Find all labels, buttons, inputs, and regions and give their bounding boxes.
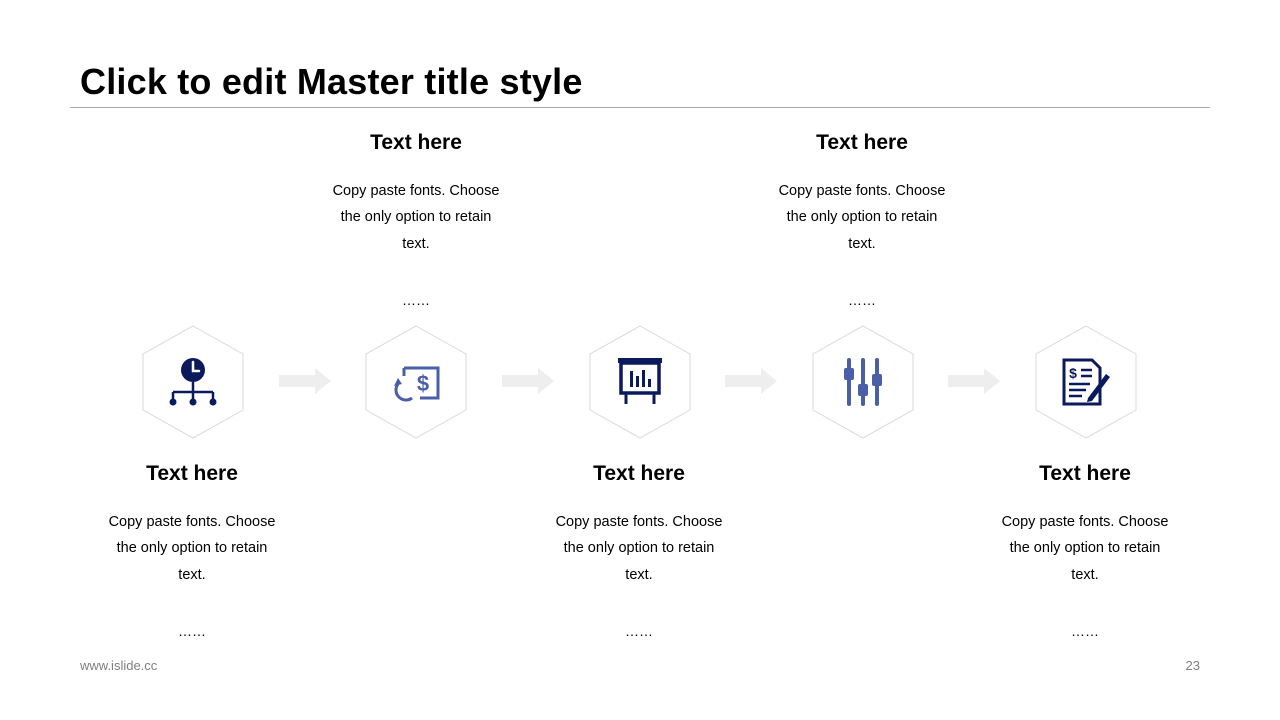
footer-url: www.islide.cc: [80, 658, 158, 673]
arrow-right-icon: [948, 368, 1000, 394]
svg-text:$: $: [417, 371, 429, 396]
step-3-hexagon[interactable]: [589, 325, 691, 439]
step-5-text: Text here Copy paste fonts. Choose the o…: [965, 461, 1205, 640]
step-1-heading[interactable]: Text here: [72, 461, 312, 487]
step-2-body[interactable]: Copy paste fonts. Choose the only option…: [296, 178, 536, 257]
step-4-hexagon[interactable]: [812, 325, 914, 439]
slide-title[interactable]: Click to edit Master title style: [80, 60, 583, 104]
step-2-dots: ……: [402, 291, 430, 308]
step-4-heading[interactable]: Text here: [742, 130, 982, 156]
step-5-hexagon[interactable]: $: [1035, 325, 1137, 439]
step-2-heading[interactable]: Text here: [296, 130, 536, 156]
sliders-icon: [844, 358, 882, 406]
step-1-body[interactable]: Copy paste fonts. Choose the only option…: [72, 509, 312, 588]
clock-network-icon: [169, 358, 217, 406]
step-4-dots: ……: [848, 291, 876, 308]
title-divider: [70, 107, 1210, 108]
step-3-body[interactable]: Copy paste fonts. Choose the only option…: [519, 509, 759, 588]
step-4-body[interactable]: Copy paste fonts. Choose the only option…: [742, 178, 982, 257]
page-number: 23: [1185, 658, 1200, 673]
arrow-right-icon: [279, 368, 331, 394]
step-1-text: Text here Copy paste fonts. Choose the o…: [72, 461, 312, 640]
step-1-hexagon[interactable]: [142, 325, 244, 439]
step-3-heading[interactable]: Text here: [519, 461, 759, 487]
step-1-dots: ……: [178, 622, 206, 639]
arrow-right-icon: [725, 368, 777, 394]
step-4-text: Text here Copy paste fonts. Choose the o…: [742, 130, 982, 309]
invoice-signature-icon: $: [1062, 358, 1110, 406]
step-2-text: Text here Copy paste fonts. Choose the o…: [296, 130, 536, 309]
step-2-hexagon[interactable]: $: [365, 325, 467, 439]
step-5-dots: ……: [1071, 622, 1099, 639]
step-5-body[interactable]: Copy paste fonts. Choose the only option…: [965, 509, 1205, 588]
svg-text:$: $: [1069, 365, 1077, 381]
dollar-cycle-icon: $: [394, 366, 440, 402]
step-5-heading[interactable]: Text here: [965, 461, 1205, 487]
arrow-right-icon: [502, 368, 554, 394]
step-3-text: Text here Copy paste fonts. Choose the o…: [519, 461, 759, 640]
step-3-dots: ……: [625, 622, 653, 639]
presentation-chart-icon: [618, 358, 662, 404]
